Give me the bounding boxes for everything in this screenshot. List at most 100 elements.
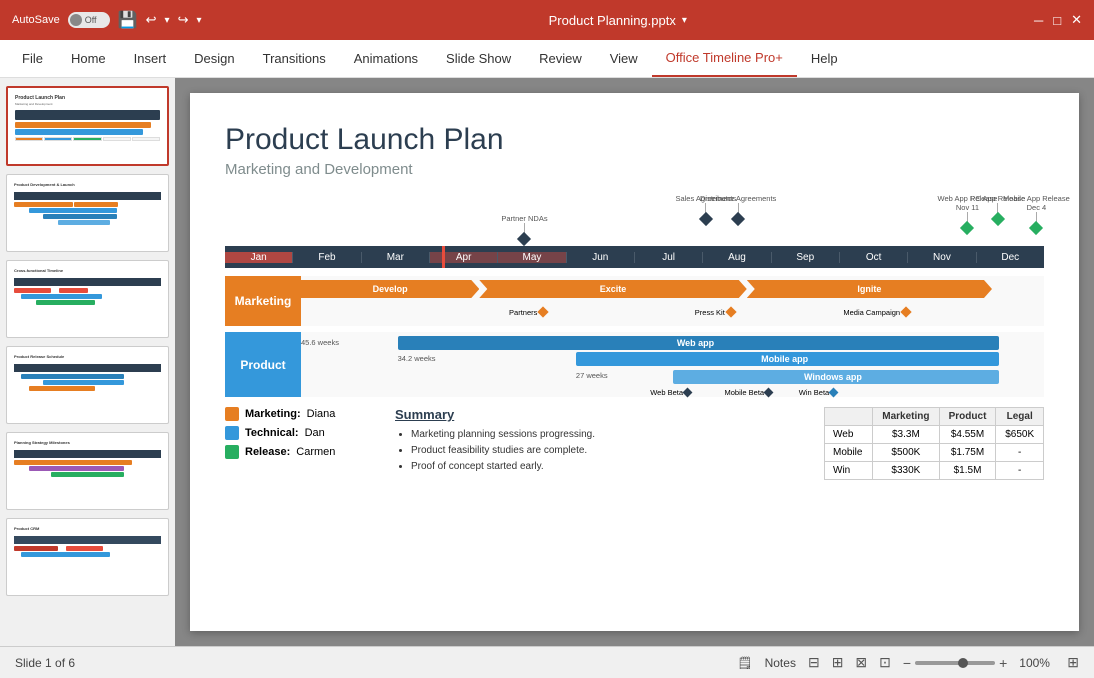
menu-review[interactable]: Review [525, 40, 596, 77]
budget-win-marketing: $330K [873, 462, 940, 480]
slide-preview-3: Cross-functional Timeline [11, 265, 164, 333]
title-center: Product Planning.pptx ▾ [549, 13, 687, 28]
autosave-state: Off [85, 15, 97, 25]
summary-title: Summary [395, 407, 804, 422]
timeline-section: Partner NDAs Sales Agreements Distributo… [225, 194, 1044, 268]
milestone-distributor: Distributor Agreements [700, 194, 776, 224]
budget-header-0 [825, 408, 873, 426]
slide-thumb-3[interactable]: 3 Cross-functional Timeline [6, 260, 169, 338]
partners-diamond [538, 306, 549, 317]
summary-list: Marketing planning sessions progressing.… [395, 427, 804, 475]
winbeta-label: Win Beta [799, 388, 837, 397]
slide-thumb-6[interactable]: 6 Product CRM [6, 518, 169, 596]
customize-icon[interactable]: ▾ [196, 15, 201, 26]
zoom-control: − + [903, 655, 1007, 671]
menu-animations[interactable]: Animations [340, 40, 432, 77]
mediacampaign-icon: Media Campaign [843, 304, 910, 320]
slide-thumb-5[interactable]: 5 Planning Strategy Milestones [6, 432, 169, 510]
menu-home[interactable]: Home [57, 40, 120, 77]
slide-thumb-2[interactable]: 2 Product Development & Launch [6, 174, 169, 252]
slide-subtitle: Marketing and Development [225, 161, 1044, 178]
notes-label[interactable]: Notes [765, 656, 796, 670]
zoom-slider[interactable] [915, 661, 995, 665]
slide-sorter-icon[interactable]: ⊞ [832, 654, 844, 671]
timeline-bar: Jan Feb Mar Apr May Jun Jul Aug Sep Oct … [225, 246, 1044, 268]
legend-release-label: Release: [245, 446, 290, 458]
menu-file[interactable]: File [8, 40, 57, 77]
budget-mobile-label: Mobile [825, 444, 873, 462]
budget-web-marketing: $3.3M [873, 426, 940, 444]
budget-row-mobile: Mobile $500K $1.75M - [825, 444, 1044, 462]
menu-design[interactable]: Design [180, 40, 248, 77]
budget-web-label: Web [825, 426, 873, 444]
marketing-content: Develop Excite Ignite [301, 276, 1044, 326]
budget-header-product: Product [939, 408, 996, 426]
menu-help[interactable]: Help [797, 40, 852, 77]
menu-view[interactable]: View [596, 40, 652, 77]
budget-row-win: Win $330K $1.5M - [825, 462, 1044, 480]
month-apr: Apr [430, 252, 498, 263]
save-icon[interactable]: 💾 [118, 10, 138, 30]
legend-technical: Technical: Dan [225, 426, 375, 440]
legend-swatch-marketing [225, 407, 239, 421]
milestone-labels: Partner NDAs Sales Agreements Distributo… [225, 194, 1044, 244]
menu-transitions[interactable]: Transitions [249, 40, 340, 77]
product-label: Product [225, 332, 301, 397]
slide-thumb-4[interactable]: 4 Product Release Schedule [6, 346, 169, 424]
webapp-weeks: 45.6 weeks [301, 338, 339, 347]
legend-release-person: Carmen [296, 446, 335, 458]
menu-insert[interactable]: Insert [120, 40, 181, 77]
marketing-label: Marketing [225, 276, 301, 326]
winbeta-diamond [829, 388, 839, 398]
close-icon[interactable]: ✕ [1071, 12, 1082, 28]
restore-icon[interactable]: □ [1053, 13, 1061, 28]
mediacampaign-diamond [900, 306, 911, 317]
minimize-icon[interactable]: ─ [1034, 13, 1043, 28]
file-dropdown-icon[interactable]: ▾ [682, 15, 687, 26]
undo-dropdown-icon[interactable]: ▾ [165, 15, 170, 26]
reading-view-icon[interactable]: ⊠ [855, 654, 867, 671]
webapp-bar: Web app [398, 336, 1000, 350]
menu-officetimeline[interactable]: Office Timeline Pro+ [652, 40, 797, 77]
month-aug: Aug [703, 252, 771, 263]
budget-web-product: $4.55M [939, 426, 996, 444]
presskit-diamond [725, 306, 736, 317]
red-marker [442, 246, 445, 268]
legend-swatch-release [225, 445, 239, 459]
zoom-minus[interactable]: − [903, 655, 911, 671]
mobileapp-weeks: 34.2 weeks [398, 354, 436, 363]
budget-win-label: Win [825, 462, 873, 480]
slide-preview-5: Planning Strategy Milestones [11, 437, 164, 505]
summary-bullet-3: Proof of concept started early. [411, 459, 804, 475]
arrow-ignite: Ignite [747, 280, 992, 298]
month-oct: Oct [840, 252, 908, 263]
undo-icon[interactable]: ↩ [146, 12, 157, 28]
autosave-knob [70, 14, 82, 26]
webbeta-diamond [683, 388, 693, 398]
main-area: 1 Product Launch Plan Marketing and Deve… [0, 78, 1094, 646]
slide-content-area: Product Launch Plan Marketing and Develo… [175, 78, 1094, 646]
notes-icon[interactable]: 🗒 [737, 656, 752, 670]
budget-web-legal: $650K [996, 426, 1044, 444]
zoom-pct[interactable]: 100% [1019, 656, 1055, 670]
redo-icon[interactable]: ↪ [178, 12, 189, 28]
menu-bar: File Home Insert Design Transitions Anim… [0, 40, 1094, 78]
milestone-mobileapp: Mobile App ReleaseDec 4 [1003, 194, 1070, 233]
normal-view-icon[interactable]: ⊟ [808, 654, 820, 671]
month-jul: Jul [635, 252, 703, 263]
fit-icon[interactable]: ⊞ [1067, 654, 1079, 671]
menu-slideshow[interactable]: Slide Show [432, 40, 525, 77]
marketing-icons-row: Partners Press Kit Media Campaign [301, 304, 1044, 322]
marketing-arrows: Develop Excite Ignite [301, 280, 1044, 300]
budget-mobile-product: $1.75M [939, 444, 996, 462]
presentation-icon[interactable]: ⊡ [879, 654, 891, 671]
zoom-plus[interactable]: + [999, 655, 1007, 671]
presskit-icon: Press Kit [695, 304, 735, 320]
slide-title: Product Launch Plan [225, 123, 1044, 157]
autosave-toggle[interactable]: Off [68, 12, 110, 28]
arrow-excite: Excite [479, 280, 746, 298]
budget-win-product: $1.5M [939, 462, 996, 480]
slide-thumb-1[interactable]: 1 Product Launch Plan Marketing and Deve… [6, 86, 169, 166]
marketing-row: Marketing Develop Excite [225, 276, 1044, 326]
autosave-label: AutoSave [12, 14, 60, 26]
